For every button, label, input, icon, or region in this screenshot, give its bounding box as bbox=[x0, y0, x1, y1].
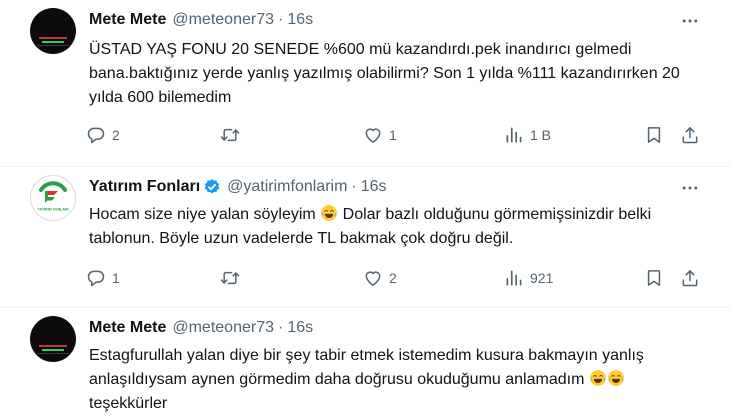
separator-dot: · bbox=[351, 178, 357, 195]
share-icon bbox=[680, 268, 700, 288]
tweet-text-part: teşekkürler bbox=[89, 395, 168, 412]
author-handle[interactable]: @meteoner73 bbox=[172, 11, 274, 29]
timestamp[interactable]: 16s bbox=[361, 178, 387, 196]
views-button[interactable]: 1 B bbox=[504, 124, 551, 146]
brand-logo: YATIRIM FONLARI bbox=[37, 181, 69, 212]
tweet-text: ÜSTAD YAŞ FONU 20 SENEDE %600 mü kazandı… bbox=[89, 41, 680, 106]
reply-count: 1 bbox=[112, 270, 120, 286]
author-handle[interactable]: @yatirimfonlarim bbox=[227, 178, 347, 196]
retweet-icon bbox=[220, 268, 240, 288]
verified-badge-icon bbox=[203, 178, 221, 196]
more-icon[interactable] bbox=[680, 178, 700, 198]
tweet-2[interactable]: YATIRIM FONLARI Yatırım Fonları @yatirim… bbox=[0, 167, 730, 307]
heart-icon bbox=[363, 268, 383, 288]
tweet-header: Mete Mete @meteoner73 · 16s bbox=[89, 9, 313, 31]
author-name[interactable]: Mete Mete bbox=[89, 11, 166, 29]
avatar[interactable] bbox=[30, 8, 76, 54]
more-icon[interactable] bbox=[680, 11, 700, 31]
reply-icon bbox=[86, 125, 106, 145]
like-count: 2 bbox=[389, 270, 397, 286]
share-button[interactable] bbox=[680, 124, 700, 146]
bookmark-icon bbox=[644, 125, 664, 145]
bookmark-icon bbox=[644, 268, 664, 288]
author-name[interactable]: Mete Mete bbox=[89, 319, 166, 337]
tears-of-joy-emoji bbox=[589, 369, 607, 387]
share-button[interactable] bbox=[680, 267, 700, 289]
bookmark-button[interactable] bbox=[644, 124, 664, 146]
author-name[interactable]: Yatırım Fonları bbox=[89, 178, 200, 196]
views-count: 1 B bbox=[530, 127, 552, 143]
logo-text: YATIRIM FONLARI bbox=[37, 208, 68, 212]
tweet-header: Yatırım Fonları @yatirimfonlarim · 16s bbox=[89, 176, 387, 198]
retweet-button[interactable] bbox=[220, 267, 240, 289]
avatar[interactable] bbox=[30, 316, 76, 362]
views-count: 921 bbox=[530, 270, 554, 286]
like-button[interactable]: 1 bbox=[363, 124, 397, 146]
tweet-text: Estagfurullah yalan diye bir şey tabir e… bbox=[89, 344, 699, 416]
tears-of-joy-emoji bbox=[607, 369, 625, 387]
action-bar: 2 1 1 B bbox=[86, 124, 706, 146]
tears-of-joy-emoji bbox=[320, 204, 338, 222]
reply-button[interactable]: 2 bbox=[86, 124, 120, 146]
views-button[interactable]: 921 bbox=[504, 267, 553, 289]
avatar[interactable]: YATIRIM FONLARI bbox=[30, 175, 76, 221]
reply-count: 2 bbox=[112, 127, 120, 143]
separator-dot: · bbox=[278, 319, 284, 336]
tweet-3[interactable]: Mete Mete @meteoner73 · 16s Estagfurulla… bbox=[0, 308, 730, 420]
reply-icon bbox=[86, 268, 106, 288]
timestamp[interactable]: 16s bbox=[287, 11, 313, 29]
author-handle[interactable]: @meteoner73 bbox=[172, 319, 274, 337]
tweet-text: Hocam size niye yalan söyleyim Dolar baz… bbox=[89, 203, 699, 251]
tweet-text-part: Hocam size niye yalan söyleyim bbox=[89, 206, 321, 223]
tweet-1[interactable]: Mete Mete @meteoner73 · 16s ÜSTAD YAŞ FO… bbox=[0, 0, 730, 165]
separator-dot: · bbox=[278, 11, 284, 28]
retweet-icon bbox=[220, 125, 240, 145]
tweet-header: Mete Mete @meteoner73 · 16s bbox=[89, 317, 313, 339]
views-icon bbox=[504, 125, 524, 145]
like-button[interactable]: 2 bbox=[363, 267, 397, 289]
action-bar: 1 2 921 bbox=[86, 267, 706, 289]
bookmark-button[interactable] bbox=[644, 267, 664, 289]
reply-button[interactable]: 1 bbox=[86, 267, 120, 289]
views-icon bbox=[504, 268, 524, 288]
heart-icon bbox=[363, 125, 383, 145]
like-count: 1 bbox=[389, 127, 397, 143]
tweet-text-part: Estagfurullah yalan diye bir şey tabir e… bbox=[89, 347, 644, 388]
retweet-button[interactable] bbox=[220, 124, 240, 146]
share-icon bbox=[680, 125, 700, 145]
timestamp[interactable]: 16s bbox=[287, 319, 313, 337]
